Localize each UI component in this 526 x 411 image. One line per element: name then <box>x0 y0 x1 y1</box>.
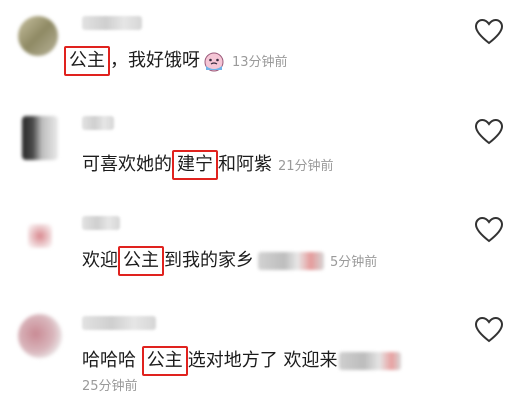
comment-text-after: ，我好饿呀 <box>110 50 200 71</box>
redacted-text <box>339 352 402 370</box>
comment-text-before: 哈哈哈 <box>82 350 142 371</box>
avatar[interactable] <box>18 314 62 358</box>
comment-item: 公主 ，我好饿呀 13分钟前 <box>0 0 526 96</box>
highlighted-keyword: 公主 <box>118 246 164 276</box>
comment-time-row: 25分钟前 <box>76 372 138 400</box>
comment-text-before: 欢迎 <box>82 250 118 271</box>
comment-text: 公主 ，我好饿呀 13分钟前 <box>64 46 288 76</box>
highlighted-keyword: 公主 <box>64 46 110 76</box>
comment-text-after: 到我的家乡 <box>164 250 254 271</box>
avatar[interactable] <box>18 16 58 56</box>
username[interactable] <box>82 216 120 230</box>
comment-text: 可喜欢她的 建宁 和阿紫 21分钟前 <box>82 150 334 180</box>
heart-outline-icon[interactable] <box>474 216 504 244</box>
comment-item: 可喜欢她的 建宁 和阿紫 21分钟前 <box>0 96 526 192</box>
heart-outline-icon[interactable] <box>474 18 504 46</box>
highlighted-keyword: 公主 <box>141 346 188 376</box>
comment-text-after: 选对地方了 欢迎来 <box>187 350 338 371</box>
comment-text: 欢迎 公主 到我的家乡 5分钟前 <box>82 246 377 276</box>
avatar[interactable] <box>22 116 58 160</box>
username[interactable] <box>82 16 142 30</box>
comment-time: 5分钟前 <box>330 255 378 270</box>
redacted-text <box>258 252 324 270</box>
comment-item: 哈哈哈 公主 选对地方了 欢迎来 25分钟前 <box>0 300 526 411</box>
comment-time: 25分钟前 <box>82 379 138 394</box>
comment-text-before: 可喜欢她的 <box>82 154 172 175</box>
avatar[interactable] <box>28 224 52 248</box>
comment-time: 13分钟前 <box>232 55 288 70</box>
username[interactable] <box>82 316 156 330</box>
comment-item: 欢迎 公主 到我的家乡 5分钟前 <box>0 196 526 292</box>
crying-face-emoji-icon <box>204 52 224 72</box>
highlighted-keyword: 建宁 <box>172 150 218 180</box>
comment-text-after: 和阿紫 <box>218 154 272 175</box>
heart-outline-icon[interactable] <box>474 118 504 146</box>
comment-time: 21分钟前 <box>278 159 334 174</box>
username[interactable] <box>82 116 114 130</box>
heart-outline-icon[interactable] <box>474 316 504 344</box>
